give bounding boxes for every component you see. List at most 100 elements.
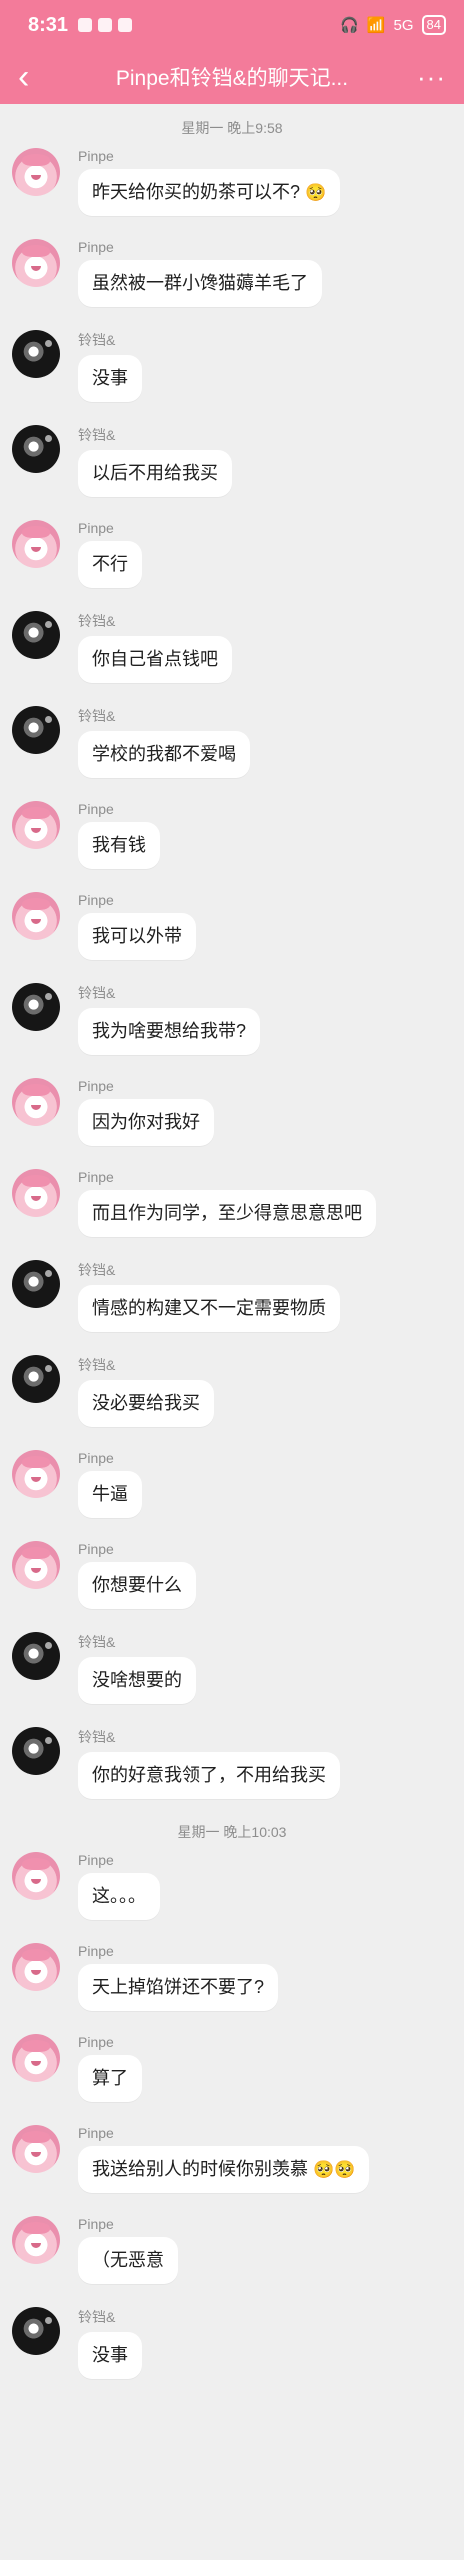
message-bubble[interactable]: 没事: [78, 2332, 142, 2379]
avatar[interactable]: [12, 892, 60, 940]
message-bubble[interactable]: 因为你对我好: [78, 1099, 214, 1146]
ship-icon: [78, 18, 93, 32]
shield-icon: [118, 18, 133, 32]
sender-name: 铃铛&: [78, 1634, 116, 1650]
message-bubble[interactable]: 你的好意我领了，不用给我买: [78, 1752, 340, 1799]
message-row: Pinpe 牛逼: [0, 1450, 464, 1518]
sender-name: Pinpe: [78, 2034, 114, 2050]
avatar[interactable]: [12, 1632, 60, 1680]
avatar[interactable]: [12, 2034, 60, 2082]
sender-name: 铃铛&: [78, 1262, 116, 1278]
sender-name: Pinpe: [78, 239, 114, 255]
avatar[interactable]: [12, 2307, 60, 2355]
avatar[interactable]: [12, 148, 60, 196]
status-bar: 8:31 🎧 📶 5G 84: [0, 0, 464, 50]
message-bubble[interactable]: 你想要什么: [78, 1562, 196, 1609]
message-bubble[interactable]: 昨天给你买的奶茶可以不? 🥺: [78, 169, 341, 216]
message-row: Pinpe 我有钱: [0, 801, 464, 869]
message-bubble[interactable]: 你自己省点钱吧: [78, 636, 232, 683]
message-bubble[interactable]: 我为啥要想给我带?: [78, 1008, 261, 1055]
message-bubble[interactable]: 虽然被一群小馋猫薅羊毛了: [78, 260, 322, 307]
wifi-icon: 📶: [366, 17, 386, 34]
sender-name: 铃铛&: [78, 332, 116, 348]
status-time: 8:31: [28, 13, 69, 36]
message-bubble[interactable]: 没必要给我买: [78, 1380, 214, 1427]
message-row: Pinpe 这。。。: [0, 1852, 464, 1920]
message-bubble[interactable]: 我有钱: [78, 822, 160, 869]
network-label: 5G: [393, 16, 414, 34]
message-row: 铃铛& 情感的构建又不一定需要物质: [0, 1260, 464, 1332]
sender-name: Pinpe: [78, 2216, 114, 2232]
sender-name: 铃铛&: [78, 985, 116, 1001]
message-bubble[interactable]: 牛逼: [78, 1471, 142, 1518]
message-row: 铃铛& 学校的我都不爱喝: [0, 706, 464, 778]
message-row: 铃铛& 没啥想要的: [0, 1632, 464, 1704]
avatar[interactable]: [12, 1355, 60, 1403]
sender-name: Pinpe: [78, 1450, 114, 1466]
avatar[interactable]: [12, 1727, 60, 1775]
sender-name: Pinpe: [78, 520, 114, 536]
sender-name: 铃铛&: [78, 2309, 116, 2325]
message-row: 铃铛& 没必要给我买: [0, 1355, 464, 1427]
avatar[interactable]: [12, 2125, 60, 2173]
message-text: 昨天给你买的奶茶可以不?: [92, 182, 301, 202]
message-bubble[interactable]: 这。。。: [78, 1873, 160, 1920]
avatar[interactable]: [12, 1943, 60, 1991]
message-row: Pinpe 虽然被一群小馋猫薅羊毛了: [0, 239, 464, 307]
avatar[interactable]: [12, 425, 60, 473]
avatar[interactable]: [12, 2216, 60, 2264]
avatar[interactable]: [12, 239, 60, 287]
avatar[interactable]: [12, 1541, 60, 1589]
avatar[interactable]: [12, 801, 60, 849]
chat-icon: [98, 18, 113, 32]
sender-name: Pinpe: [78, 148, 114, 164]
message-row: Pinpe 我可以外带: [0, 892, 464, 960]
chat-history: 星期一 晚上9:58 Pinpe 昨天给你买的奶茶可以不? 🥺 Pinpe 虽然…: [0, 104, 464, 2379]
avatar[interactable]: [12, 611, 60, 659]
avatar[interactable]: [12, 1450, 60, 1498]
message-row: Pinpe 而且作为同学，至少得意思意思吧: [0, 1169, 464, 1237]
avatar[interactable]: [12, 1169, 60, 1217]
message-row: Pinpe 你想要什么: [0, 1541, 464, 1609]
sender-name: Pinpe: [78, 801, 114, 817]
message-row: 铃铛& 没事: [0, 330, 464, 402]
message-row: Pinpe 不行: [0, 520, 464, 588]
message-bubble[interactable]: 算了: [78, 2055, 142, 2102]
avatar[interactable]: [12, 1078, 60, 1126]
message-row: Pinpe 昨天给你买的奶茶可以不? 🥺: [0, 148, 464, 216]
sender-name: Pinpe: [78, 1078, 114, 1094]
timestamp-1: 星期一 晚上9:58: [181, 120, 283, 136]
message-row: 铃铛& 我为啥要想给我带?: [0, 983, 464, 1055]
message-bubble[interactable]: 不行: [78, 541, 142, 588]
notification-icons: [78, 18, 133, 32]
message-row: 铃铛& 你的好意我领了，不用给我买: [0, 1727, 464, 1799]
avatar[interactable]: [12, 1852, 60, 1900]
message-row: Pinpe 天上掉馅饼还不要了?: [0, 1943, 464, 2011]
avatar[interactable]: [12, 520, 60, 568]
message-bubble[interactable]: （无恶意: [78, 2237, 178, 2284]
sender-name: 铃铛&: [78, 708, 116, 724]
timestamp-2: 星期一 晚上10:03: [177, 1824, 287, 1840]
avatar[interactable]: [12, 330, 60, 378]
message-bubble[interactable]: 而且作为同学，至少得意思意思吧: [78, 1190, 376, 1237]
message-bubble[interactable]: 学校的我都不爱喝: [78, 731, 250, 778]
avatar[interactable]: [12, 1260, 60, 1308]
message-bubble[interactable]: 天上掉馅饼还不要了?: [78, 1964, 279, 2011]
sender-name: Pinpe: [78, 2125, 114, 2141]
avatar[interactable]: [12, 706, 60, 754]
message-bubble[interactable]: 我送给别人的时候你别羡慕 🥺🥺: [78, 2146, 370, 2193]
message-bubble[interactable]: 没啥想要的: [78, 1657, 196, 1704]
pleading-face-icon: 🥺: [305, 183, 327, 202]
message-row: Pinpe 因为你对我好: [0, 1078, 464, 1146]
more-icon[interactable]: ···: [406, 62, 446, 93]
message-bubble[interactable]: 没事: [78, 355, 142, 402]
sender-name: 铃铛&: [78, 613, 116, 629]
message-bubble[interactable]: 以后不用给我买: [78, 450, 232, 497]
back-icon[interactable]: ‹: [18, 60, 58, 94]
sender-name: Pinpe: [78, 1943, 114, 1959]
message-bubble[interactable]: 我可以外带: [78, 913, 196, 960]
avatar[interactable]: [12, 983, 60, 1031]
message-row: 铃铛& 没事: [0, 2307, 464, 2379]
message-row: 铃铛& 以后不用给我买: [0, 425, 464, 497]
message-bubble[interactable]: 情感的构建又不一定需要物质: [78, 1285, 340, 1332]
